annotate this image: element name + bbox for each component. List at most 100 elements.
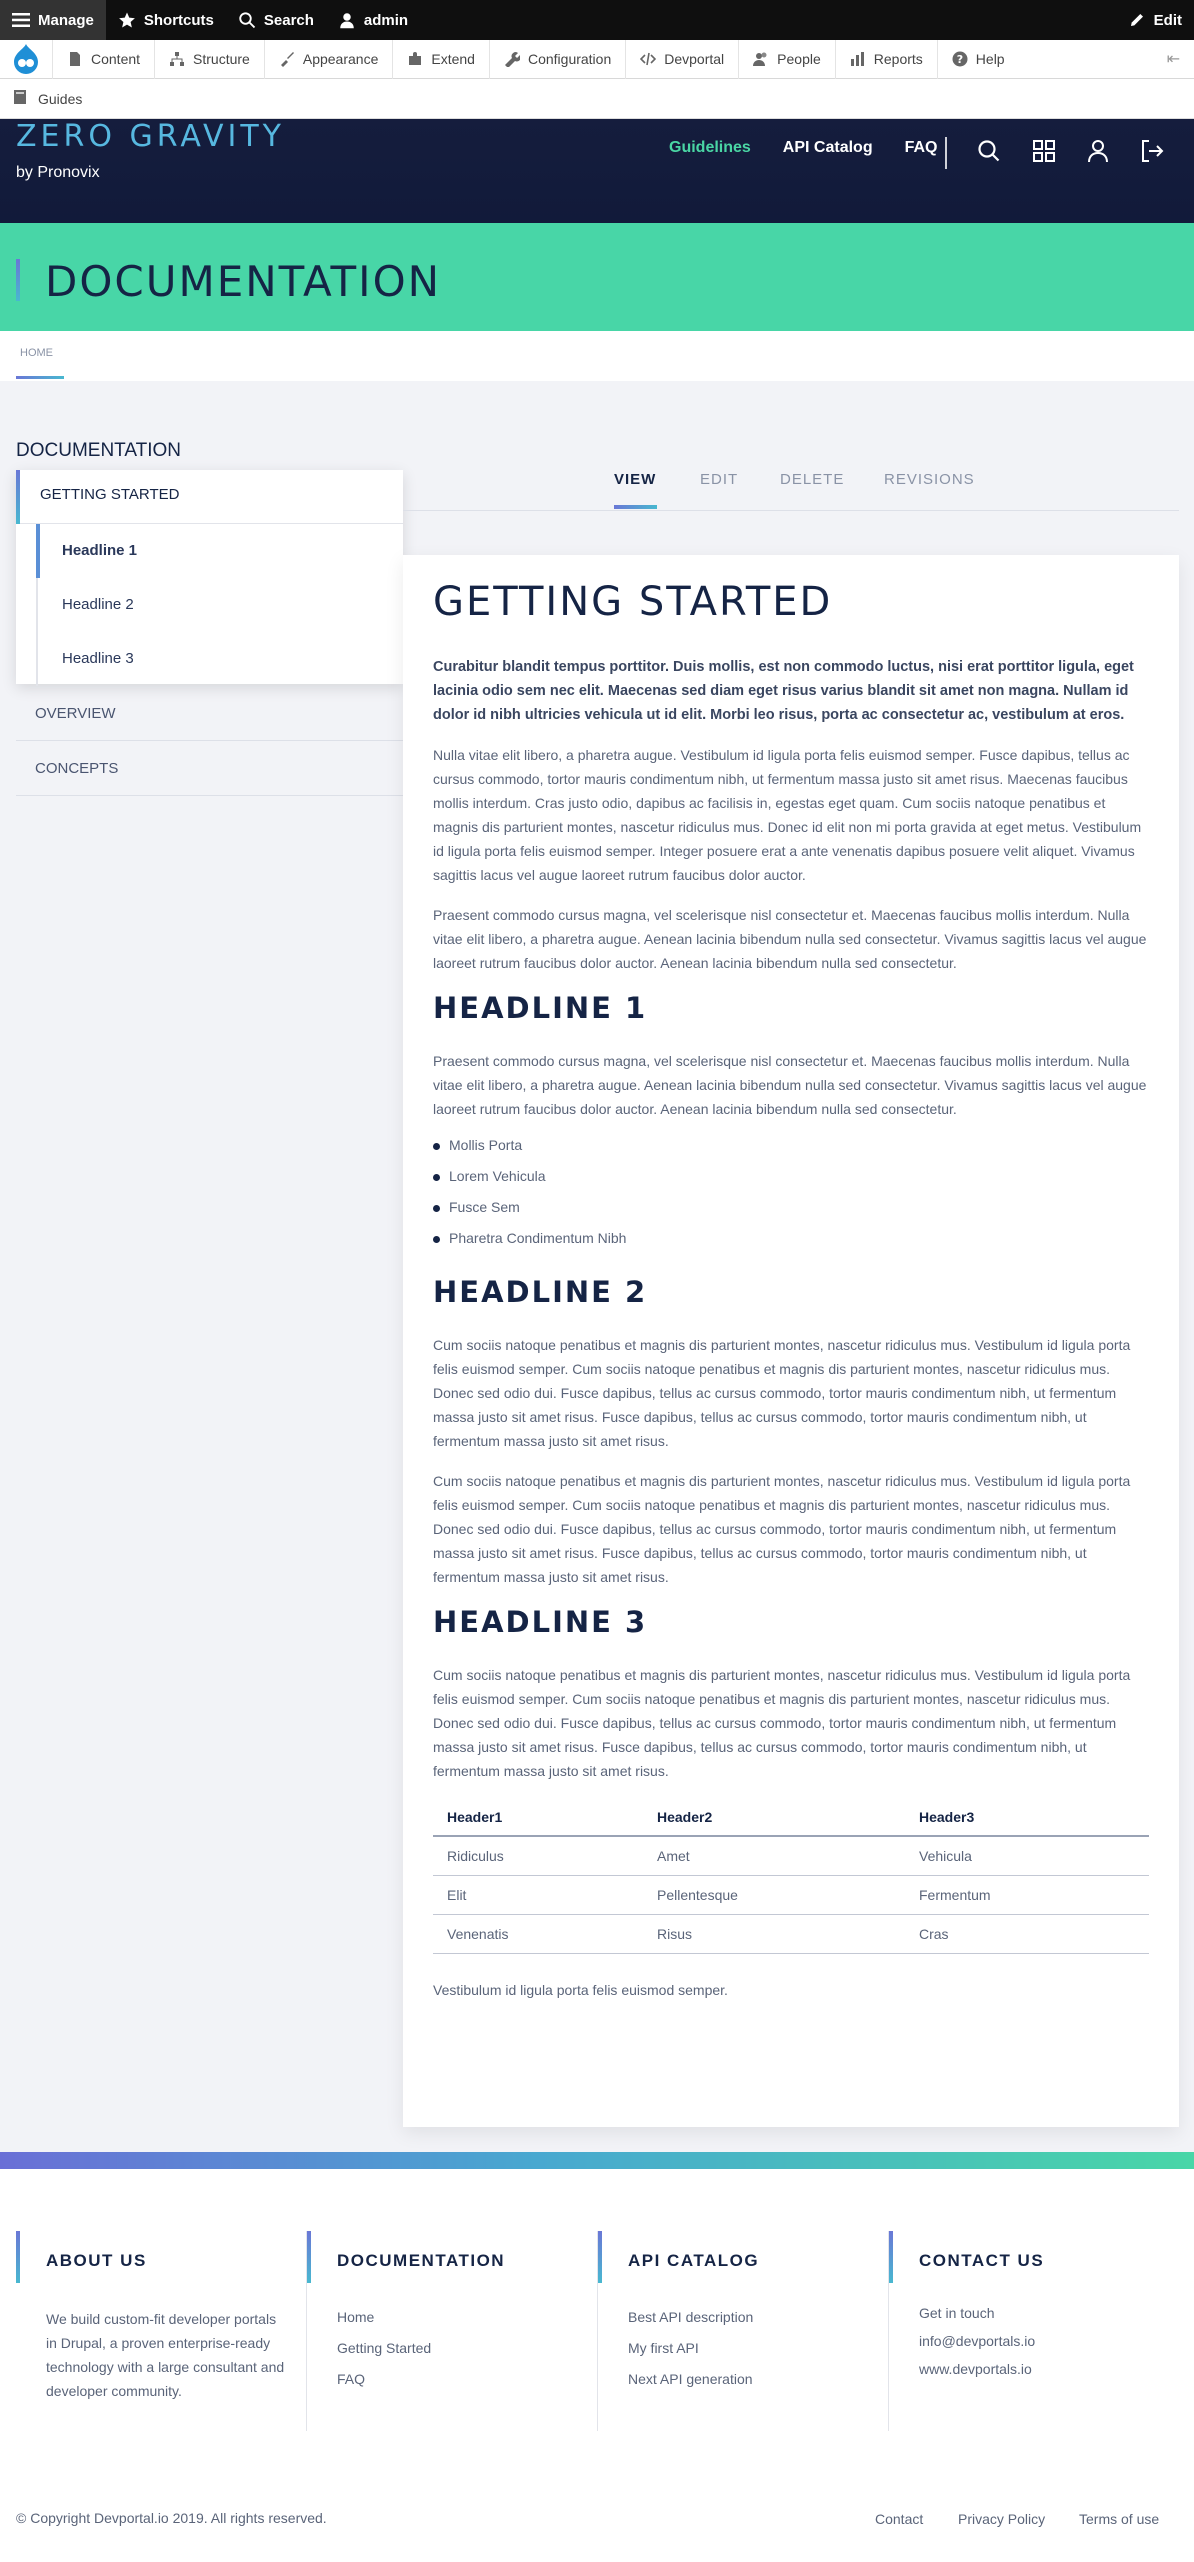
tray-devportal[interactable]: Devportal bbox=[625, 39, 738, 79]
sidebar-item-label: OVERVIEW bbox=[35, 705, 116, 722]
user-label: admin bbox=[363, 11, 409, 29]
edit-button[interactable]: Edit bbox=[1116, 0, 1194, 40]
list-item: Fusce Sem bbox=[433, 1199, 1149, 1230]
sidebar-item-overview[interactable]: OVERVIEW bbox=[16, 687, 403, 741]
table-row: Elit Pellentesque Fermentum bbox=[433, 1875, 1149, 1915]
document-icon bbox=[67, 51, 83, 67]
nav-api-catalog[interactable]: API Catalog bbox=[783, 139, 873, 157]
search-label: Search bbox=[263, 11, 314, 29]
footer-api-catalog: API CATALOG Best API description My firs… bbox=[598, 2231, 888, 2431]
sidebar-subitem-headline-2[interactable]: Headline 2 bbox=[36, 578, 403, 632]
footer-about: ABOUT US We build custom-fit developer p… bbox=[16, 2231, 306, 2431]
site-footer: ABOUT US We build custom-fit developer p… bbox=[0, 2169, 1194, 2562]
footer-link-email[interactable]: info@devportals.io bbox=[919, 2333, 1035, 2361]
hero-accent-bar bbox=[16, 259, 20, 301]
sidebar-item-getting-started[interactable]: GETTING STARTED bbox=[16, 470, 403, 524]
drupal-logo-icon[interactable] bbox=[0, 40, 52, 79]
footer-link-next-api[interactable]: Next API generation bbox=[628, 2371, 753, 2402]
article-card: GETTING STARTED Curabitur blandit tempus… bbox=[403, 555, 1179, 2127]
footer-link-faq[interactable]: FAQ bbox=[337, 2371, 431, 2402]
breadcrumb-home[interactable]: HOME bbox=[20, 347, 53, 359]
data-table: Header1 Header2 Header3 Ridiculus Amet V… bbox=[433, 1799, 1149, 1954]
tray-help[interactable]: ? Help bbox=[936, 39, 1019, 79]
headline-3: HEADLINE 3 bbox=[433, 1605, 648, 1639]
footer-link-website[interactable]: www.devportals.io bbox=[919, 2361, 1035, 2389]
footer-heading: DOCUMENTATION bbox=[337, 2251, 506, 2270]
star-icon bbox=[118, 11, 136, 29]
site-logo[interactable]: ZERO GRAVITY by Pronovix bbox=[16, 119, 285, 182]
footer-gradient-divider bbox=[0, 2152, 1194, 2169]
tray-people[interactable]: People bbox=[738, 39, 835, 79]
footer-link-terms[interactable]: Terms of use bbox=[1079, 2511, 1159, 2527]
manage-label: Manage bbox=[38, 11, 94, 29]
help-icon: ? bbox=[952, 51, 968, 67]
bullet-list: Mollis Porta Lorem Vehicula Fusce Sem Ph… bbox=[433, 1137, 1149, 1261]
footer-link-best-api[interactable]: Best API description bbox=[628, 2309, 753, 2340]
active-tab-indicator bbox=[614, 505, 657, 509]
tab-edit[interactable]: EDIT bbox=[700, 471, 738, 488]
footer-links: Get in touch info@devportals.io www.devp… bbox=[919, 2305, 1035, 2389]
table-header: Header1 bbox=[433, 1799, 643, 1837]
article-paragraph: Cum sociis natoque penatibus et magnis d… bbox=[433, 1667, 1131, 1779]
footer-link-get-in-touch[interactable]: Get in touch bbox=[919, 2305, 1035, 2333]
tab-view[interactable]: VIEW bbox=[614, 471, 656, 488]
list-item: Mollis Porta bbox=[433, 1137, 1149, 1168]
tray-reports[interactable]: Reports bbox=[834, 39, 937, 79]
search-icon[interactable] bbox=[975, 137, 1003, 165]
tray-extend[interactable]: Extend bbox=[392, 39, 489, 79]
sidebar-item-label: GETTING STARTED bbox=[40, 486, 180, 503]
nav-divider bbox=[945, 137, 947, 169]
code-icon bbox=[640, 51, 657, 67]
logout-icon[interactable] bbox=[1138, 137, 1166, 165]
tray-structure[interactable]: Structure bbox=[154, 39, 264, 79]
tab-revisions[interactable]: REVISIONS bbox=[884, 471, 975, 488]
user-icon bbox=[338, 11, 356, 29]
tab-delete[interactable]: DELETE bbox=[780, 471, 844, 488]
user-button[interactable]: admin bbox=[326, 0, 420, 40]
table-header: Header3 bbox=[905, 1799, 1149, 1837]
breadcrumb: HOME bbox=[0, 331, 1194, 381]
list-item: Lorem Vehicula bbox=[433, 1168, 1149, 1199]
sidebar-item-concepts[interactable]: CONCEPTS bbox=[16, 742, 403, 796]
apps-grid-icon[interactable] bbox=[1030, 137, 1058, 165]
footer-link-getting-started[interactable]: Getting Started bbox=[337, 2340, 431, 2371]
sidebar-menu: GETTING STARTED Headline 1 Headline 2 He… bbox=[16, 470, 403, 686]
tray-content[interactable]: Content bbox=[52, 39, 154, 79]
main-navigation: Guidelines API Catalog FAQ bbox=[669, 139, 937, 157]
list-item: Pharetra Condimentum Nibh bbox=[433, 1230, 1149, 1261]
footer-link-contact[interactable]: Contact bbox=[875, 2511, 923, 2527]
page-hero: DOCUMENTATION bbox=[0, 223, 1194, 331]
collapse-tray-icon[interactable]: ⇤ bbox=[1153, 49, 1194, 69]
tray-appearance[interactable]: Appearance bbox=[263, 39, 393, 79]
table-cell: Amet bbox=[643, 1836, 905, 1876]
table-cell: Fermentum bbox=[905, 1875, 1149, 1915]
sidebar-subitem-headline-3[interactable]: Headline 3 bbox=[36, 632, 403, 686]
sidebar-subitem-headline-1[interactable]: Headline 1 bbox=[36, 524, 403, 578]
guides-link[interactable]: Guides bbox=[38, 91, 82, 107]
headline-1: HEADLINE 1 bbox=[433, 991, 648, 1025]
article-paragraph: Praesent commodo cursus magna, vel scele… bbox=[433, 1053, 1147, 1117]
shortcuts-button[interactable]: Shortcuts bbox=[106, 0, 226, 40]
footer-link-first-api[interactable]: My first API bbox=[628, 2340, 753, 2371]
article-title: GETTING STARTED bbox=[433, 579, 833, 625]
footer-link-home[interactable]: Home bbox=[337, 2309, 431, 2340]
article-lead: Curabitur blandit tempus porttitor. Duis… bbox=[433, 659, 1134, 723]
puzzle-icon bbox=[407, 51, 423, 67]
search-button[interactable]: Search bbox=[226, 0, 326, 40]
manage-button[interactable]: Manage bbox=[0, 0, 106, 40]
article-closing: Vestibulum id ligula porta felis euismod… bbox=[433, 1982, 728, 1998]
footer-link-privacy[interactable]: Privacy Policy bbox=[958, 2511, 1045, 2527]
people-icon bbox=[753, 51, 769, 67]
admin-tray: Content Structure Appearance Extend Conf… bbox=[0, 39, 1194, 79]
menu-icon bbox=[12, 11, 30, 29]
page-title: DOCUMENTATION bbox=[45, 257, 442, 306]
footer-links: Home Getting Started FAQ bbox=[337, 2309, 431, 2402]
account-icon[interactable] bbox=[1084, 137, 1112, 165]
article-paragraph: Cum sociis natoque penatibus et magnis d… bbox=[433, 1337, 1131, 1449]
nav-faq[interactable]: FAQ bbox=[905, 139, 938, 157]
footer-about-text: We build custom-fit developer portals in… bbox=[46, 2311, 285, 2399]
brush-icon bbox=[279, 51, 295, 67]
nav-guidelines[interactable]: Guidelines bbox=[669, 139, 751, 157]
tray-configuration[interactable]: Configuration bbox=[488, 39, 625, 79]
content-tabs: VIEW EDIT DELETE REVISIONS bbox=[403, 465, 1179, 511]
